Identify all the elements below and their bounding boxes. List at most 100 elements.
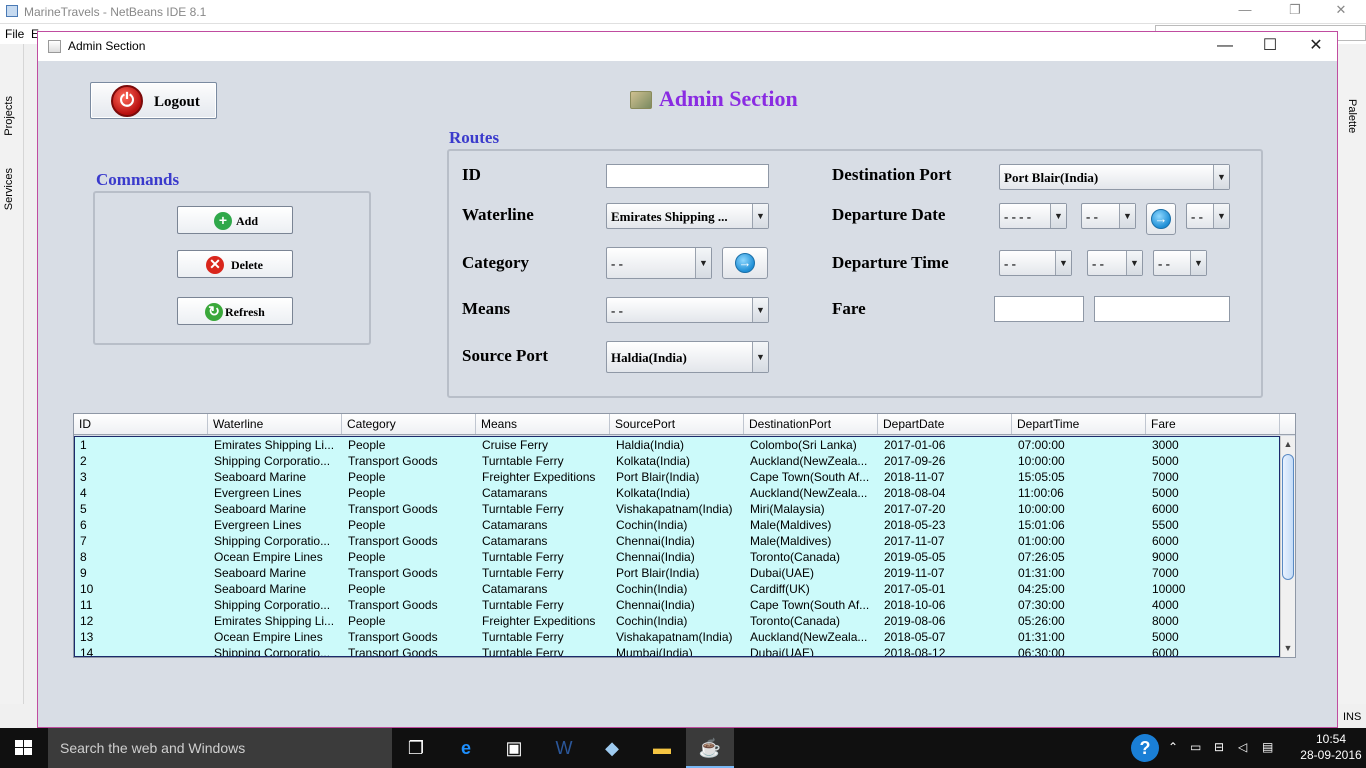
table-cell: 10000 — [1152, 582, 1186, 596]
minute-value: - - — [1092, 256, 1104, 271]
id-field[interactable] — [606, 164, 769, 188]
departure-second-select[interactable]: - - ▼ — [1153, 250, 1207, 276]
logout-button[interactable]: ⏻ Logout — [90, 82, 217, 119]
store-icon[interactable]: ▣ — [490, 728, 538, 768]
fare-field[interactable] — [994, 296, 1084, 322]
means-value: - - — [611, 303, 623, 318]
table-row[interactable]: 8 Ocean Empire Lines People Turntable Ferry… — [75, 549, 1279, 565]
scroll-up-icon[interactable]: ▲ — [1281, 437, 1295, 451]
table-cell: Seaboard Marine — [214, 470, 307, 484]
table-row[interactable]: 5 Seaboard Marine Transport Goods Turntable… — [75, 501, 1279, 517]
table-row[interactable]: 6 Evergreen Lines People Catamarans Cochin(I… — [75, 517, 1279, 533]
column-header[interactable]: SourcePort — [610, 414, 744, 434]
id-label: ID — [462, 165, 481, 184]
year-value: - - - - — [1004, 209, 1032, 224]
source-port-label: Source Port — [462, 346, 549, 365]
close-button[interactable]: ✕ — [1296, 36, 1336, 56]
java-icon[interactable]: ☕ — [686, 728, 734, 768]
category-label: Category — [462, 253, 530, 272]
clock[interactable]: 10:54 28-09-2016 — [1300, 731, 1362, 763]
scroll-down-icon[interactable]: ▼ — [1281, 641, 1295, 655]
maximize-button[interactable]: ☐ — [1250, 36, 1290, 56]
table-row[interactable]: 3 Seaboard Marine People Freighter Expediti… — [75, 469, 1279, 485]
departure-minute-select[interactable]: - - ▼ — [1087, 250, 1143, 276]
date-go-button[interactable]: → — [1146, 203, 1176, 235]
table-cell: Transport Goods — [348, 630, 438, 644]
menu-file[interactable]: File — [5, 27, 24, 41]
notifications-icon[interactable]: ▤ — [1262, 740, 1273, 754]
table-cell: Mumbai(India) — [616, 646, 693, 657]
tab-services[interactable]: Services — [3, 168, 15, 210]
refresh-icon: ↻ — [205, 303, 223, 321]
edge-icon[interactable]: e — [442, 728, 490, 768]
table-cell: Cochin(India) — [616, 614, 688, 628]
table-cell: 2019-11-07 — [884, 566, 945, 580]
table-row[interactable]: 14 Shipping Corporatio... Transport Goods T… — [75, 645, 1279, 657]
column-header[interactable]: DepartDate — [878, 414, 1012, 434]
file-explorer-icon[interactable]: ▬ — [638, 728, 686, 768]
help-icon[interactable]: ? — [1131, 734, 1159, 762]
table-cell: Turntable Ferry — [482, 550, 564, 564]
ide-right-toolbar: Palette — [1338, 44, 1366, 704]
vertical-scrollbar[interactable]: ▲ ▼ — [1280, 436, 1295, 657]
chevron-up-icon[interactable]: ⌃ — [1168, 740, 1178, 754]
refresh-button[interactable]: ↻ Refresh — [177, 297, 293, 325]
tab-projects[interactable]: Projects — [3, 96, 15, 136]
table-cell: 6000 — [1152, 534, 1179, 548]
table-cell: 2017-11-07 — [884, 534, 945, 548]
departure-hour-select[interactable]: - - ▼ — [999, 250, 1072, 276]
departure-day-select[interactable]: - - ▼ — [1186, 203, 1230, 229]
volume-icon[interactable]: ◁ — [1238, 740, 1247, 754]
departure-month-select[interactable]: - - ▼ — [1081, 203, 1136, 229]
taskbar-search-box[interactable]: Search the web and Windows — [48, 728, 392, 768]
column-header[interactable]: Waterline — [208, 414, 342, 434]
ide-restore-button[interactable]: ❐ — [1280, 2, 1310, 20]
column-header[interactable]: Means — [476, 414, 610, 434]
scroll-thumb[interactable] — [1282, 454, 1294, 580]
table-cell: Evergreen Lines — [214, 486, 302, 500]
column-header[interactable]: DepartTime — [1012, 414, 1146, 434]
cube-app-icon[interactable]: ◆ — [588, 728, 636, 768]
table-row[interactable]: 12 Emirates Shipping Li... People Freighter… — [75, 613, 1279, 629]
table-cell: Chennai(India) — [616, 598, 695, 612]
waterline-select[interactable]: Emirates Shipping ... ▼ — [606, 203, 769, 229]
table-cell: Kolkata(India) — [616, 486, 691, 500]
table-row[interactable]: 9 Seaboard Marine Transport Goods Turntable… — [75, 565, 1279, 581]
source-port-select[interactable]: Haldia(India) ▼ — [606, 341, 769, 373]
table-row[interactable]: 1 Emirates Shipping Li... People Cruise Fer… — [75, 437, 1279, 453]
departure-year-select[interactable]: - - - - ▼ — [999, 203, 1067, 229]
table-cell: 07:00:00 — [1018, 438, 1065, 452]
table-cell: Colombo(Sri Lanka) — [750, 438, 857, 452]
table-cell: 7000 — [1152, 566, 1179, 580]
month-value: - - — [1086, 209, 1098, 224]
table-row[interactable]: 13 Ocean Empire Lines Transport Goods Turnt… — [75, 629, 1279, 645]
table-row[interactable]: 2 Shipping Corporatio... Transport Goods Tu… — [75, 453, 1279, 469]
column-header[interactable]: ID — [74, 414, 208, 434]
category-go-button[interactable]: → — [722, 247, 768, 279]
network-icon[interactable]: ⊟ — [1214, 740, 1224, 754]
add-label: Add — [236, 214, 259, 228]
column-header[interactable]: Fare — [1146, 414, 1280, 434]
column-header[interactable]: Category — [342, 414, 476, 434]
battery-icon[interactable]: ▭ — [1190, 740, 1201, 754]
add-button[interactable]: + Add — [177, 206, 293, 234]
start-button[interactable] — [0, 728, 48, 768]
delete-button[interactable]: ✕ Delete — [177, 250, 293, 278]
minimize-button[interactable]: — — [1205, 36, 1245, 56]
destination-port-select[interactable]: Port Blair(India) ▼ — [999, 164, 1230, 190]
word-icon[interactable]: W — [540, 728, 588, 768]
ide-close-button[interactable]: ✕ — [1326, 2, 1356, 20]
table-row[interactable]: 11 Shipping Corporatio... Transport Goods T… — [75, 597, 1279, 613]
ide-minimize-button[interactable]: — — [1230, 2, 1260, 20]
tab-palette[interactable]: Palette — [1346, 99, 1358, 133]
means-select[interactable]: - - ▼ — [606, 297, 769, 323]
table-row[interactable]: 7 Shipping Corporatio... Transport Goods Ca… — [75, 533, 1279, 549]
table-cell: 10 — [80, 582, 94, 596]
table-row[interactable]: 4 Evergreen Lines People Catamarans Kolkata(… — [75, 485, 1279, 501]
column-header[interactable]: DestinationPort — [744, 414, 878, 434]
category-select[interactable]: - - ▼ — [606, 247, 712, 279]
table-cell: Vishakapatnam(India) — [616, 502, 733, 516]
fare-field-2[interactable] — [1094, 296, 1230, 322]
task-view-icon[interactable]: ❐ — [392, 728, 440, 768]
table-row[interactable]: 10 Seaboard Marine People Catamarans Cochin(… — [75, 581, 1279, 597]
